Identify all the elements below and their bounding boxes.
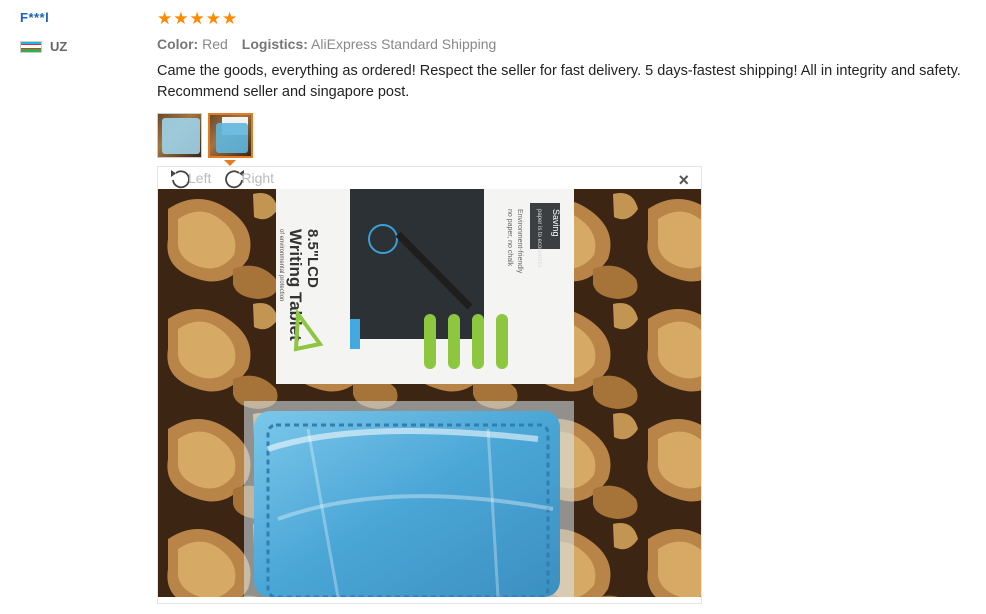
uzbekistan-flag-icon xyxy=(20,40,42,53)
review-thumbnail-1[interactable] xyxy=(157,113,202,158)
logistics-info: Logistics: AliExpress Standard Shipping xyxy=(241,36,497,52)
rotate-right-button[interactable]: Right xyxy=(221,167,274,189)
rotate-right-label: Right xyxy=(241,170,275,186)
review-thumbnail-2[interactable] xyxy=(208,113,253,158)
star-rating: ★ ★ ★ ★ ★ xyxy=(157,10,977,28)
reviewer-country: UZ xyxy=(20,39,140,54)
star-icon: ★ xyxy=(222,9,238,28)
box-title-1: 8.5"LCD xyxy=(304,229,321,288)
photo-illustration: 8.5"LCD Writing Tablet of environmental … xyxy=(158,189,701,597)
color-info: Color: Red xyxy=(157,36,228,52)
review-text: Came the goods, everything as ordered! R… xyxy=(157,63,961,100)
box-env: Environment-friendly xyxy=(516,209,523,274)
box-subtitle: of environmental protection xyxy=(278,229,284,301)
rotate-left-button[interactable]: Left xyxy=(168,167,211,189)
box-saving-sub: paper is to economize xyxy=(536,209,542,268)
reviewer-info: F***l UZ xyxy=(20,10,140,54)
review-thumbnails xyxy=(157,113,977,166)
order-meta: Color: Red Logistics: AliExpress Standar… xyxy=(157,36,977,52)
rotate-left-label: Left xyxy=(188,170,212,186)
viewer-toolbar: Left Right × xyxy=(158,167,701,191)
country-code: UZ xyxy=(50,39,68,54)
close-viewer-button[interactable]: × xyxy=(678,170,689,191)
star-icon: ★ xyxy=(157,9,173,28)
review-body: ★ ★ ★ ★ ★ Color: Red Logistics: AliExpre… xyxy=(157,10,977,166)
star-icon: ★ xyxy=(189,9,205,28)
image-viewer: Left Right × 8.5"LCD Writing Tablet of e… xyxy=(157,166,702,604)
box-env-2: no paper, no chalk xyxy=(506,209,513,267)
star-icon: ★ xyxy=(173,9,189,28)
reviewer-name[interactable]: F***l xyxy=(20,10,140,25)
star-icon: ★ xyxy=(205,9,221,28)
review-photo: 8.5"LCD Writing Tablet of environmental … xyxy=(158,189,701,597)
box-saving: Saving xyxy=(551,209,561,237)
